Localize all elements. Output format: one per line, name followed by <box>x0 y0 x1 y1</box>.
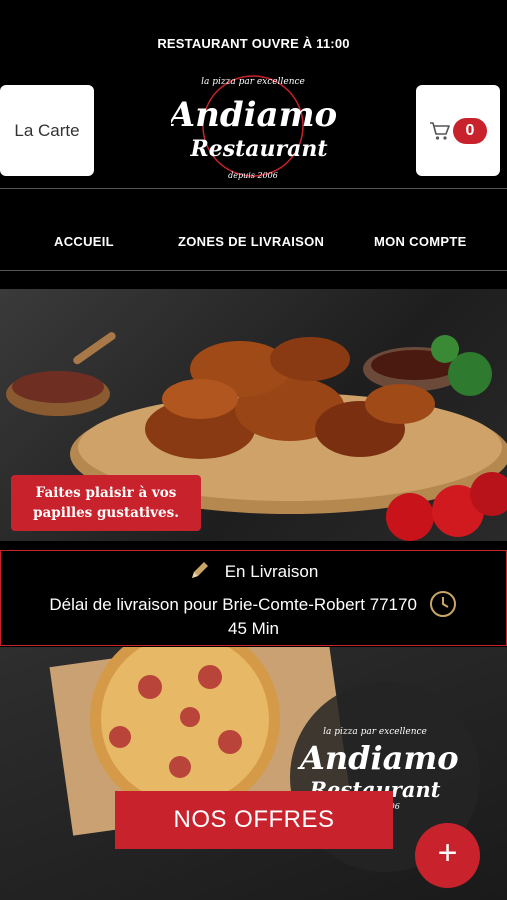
opening-announcement: RESTAURANT OUVRE À 11:00 <box>157 36 350 51</box>
logo-name: Andiamo <box>171 95 336 135</box>
nav-item-mon-compte[interactable]: MON COMPTE <box>374 234 467 249</box>
cart-button[interactable]: 0 <box>416 85 500 176</box>
delivery-info-box[interactable]: En Livraison Délai de livraison pour Bri… <box>0 550 507 646</box>
logo-subtitle: Restaurant <box>189 136 327 162</box>
logo-graphic: la pizza par excellence Andiamo Restaura… <box>166 75 337 180</box>
hero-tagline-line2: papilles gustatives. <box>33 505 179 521</box>
delivery-mode: En Livraison <box>224 562 319 581</box>
delivery-delay-text: Délai de livraison pour Brie-Comte-Rober… <box>49 595 417 614</box>
promo-logo-name: Andiamo <box>300 739 459 777</box>
restaurant-logo[interactable]: la pizza par excellence Andiamo Restaura… <box>166 68 337 188</box>
logo-tagline: la pizza par excellence <box>201 77 305 87</box>
divider <box>0 270 507 271</box>
delivery-delay-row: Délai de livraison pour Brie-Comte-Rober… <box>1 589 506 619</box>
hero-tagline-line1: Faites plaisir à vos <box>35 485 177 501</box>
add-button[interactable]: + <box>415 823 480 888</box>
cart-count-badge: 0 <box>453 117 487 144</box>
nos-offres-button[interactable]: NOS OFFRES <box>115 791 393 849</box>
promo-logo-tagline: la pizza par excellence <box>323 727 427 737</box>
main-nav: ACCUEIL ZONES DE LIVRAISON MON COMPTE <box>0 190 507 270</box>
nav-item-zones-de-livraison[interactable]: ZONES DE LIVRAISON <box>178 234 324 249</box>
plus-icon: + <box>437 834 458 872</box>
delivery-mode-row[interactable]: En Livraison <box>1 559 506 582</box>
pencil-icon[interactable] <box>189 559 211 581</box>
la-carte-button[interactable]: La Carte <box>0 85 94 176</box>
promo-section: la pizza par excellence Andiamo Restaura… <box>0 647 507 900</box>
logo-since: depuis 2006 <box>228 171 278 180</box>
nav-item-accueil[interactable]: ACCUEIL <box>54 234 114 249</box>
delivery-duration: 45 Min <box>227 619 280 638</box>
clock-icon <box>429 591 456 617</box>
hero-tagline: Faites plaisir à vos papilles gustatives… <box>11 475 201 531</box>
divider <box>0 188 507 189</box>
cart-icon <box>430 121 450 140</box>
hero-banner[interactable]: Faites plaisir à vos papilles gustatives… <box>0 289 507 541</box>
